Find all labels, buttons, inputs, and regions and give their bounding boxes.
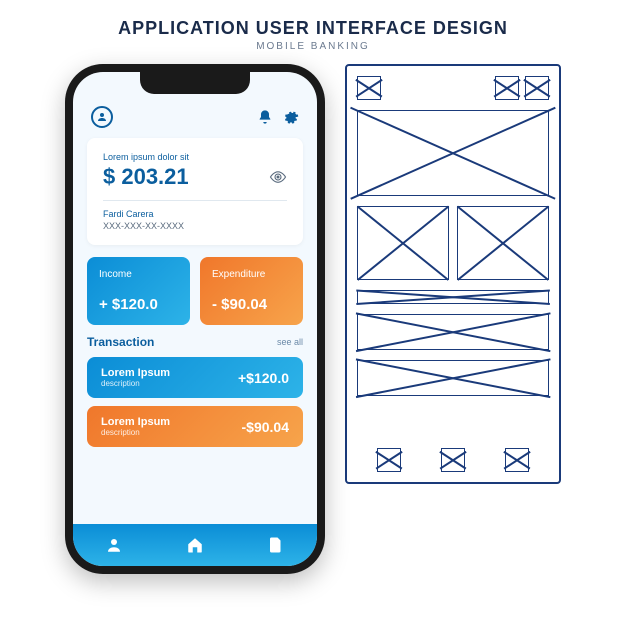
- balance-amount: $ 203.21: [103, 164, 189, 190]
- income-card[interactable]: Income + $120.0: [87, 257, 190, 325]
- page-heading: APPLICATION USER INTERFACE DESIGN MOBILE…: [0, 0, 626, 64]
- profile-button[interactable]: [91, 106, 113, 128]
- wireframe-box: [495, 76, 519, 100]
- phone-notch: [140, 72, 250, 94]
- transaction-row[interactable]: Lorem Ipsum description +$120.0: [87, 357, 303, 398]
- nav-user-icon[interactable]: [105, 536, 123, 554]
- wireframe-box: [457, 206, 549, 280]
- income-value: + $120.0: [99, 296, 178, 313]
- card-owner: Fardi Carera: [103, 209, 287, 219]
- heading-subtitle: MOBILE BANKING: [0, 41, 626, 52]
- expenditure-card[interactable]: Expenditure - $90.04: [200, 257, 303, 325]
- wireframe-box: [377, 448, 401, 472]
- expenditure-value: - $90.04: [212, 296, 291, 313]
- heading-title: APPLICATION USER INTERFACE DESIGN: [0, 18, 626, 39]
- transaction-name: Lorem Ipsum: [101, 416, 170, 428]
- wireframe-box: [357, 206, 449, 280]
- eye-icon[interactable]: [269, 168, 287, 186]
- bell-icon[interactable]: [257, 109, 273, 125]
- divider: [103, 200, 287, 201]
- transaction-name: Lorem Ipsum: [101, 367, 170, 379]
- user-icon: [96, 111, 108, 123]
- wireframe-box: [357, 110, 549, 196]
- wireframe-box: [525, 76, 549, 100]
- transaction-header: Transaction see all: [87, 335, 303, 349]
- transaction-desc: description: [101, 428, 170, 437]
- wireframe-box: [505, 448, 529, 472]
- card-number: XXX-XXX-XX-XXXX: [103, 221, 287, 231]
- wireframe-box: [357, 290, 549, 304]
- phone-frame: Lorem ipsum dolor sit $ 203.21 Fardi Car…: [65, 64, 325, 574]
- wireframe-panel: [345, 64, 561, 484]
- expenditure-label: Expenditure: [212, 269, 291, 280]
- balance-label: Lorem ipsum dolor sit: [103, 152, 287, 162]
- stats-row: Income + $120.0 Expenditure - $90.04: [87, 257, 303, 325]
- transaction-value: +$120.0: [238, 370, 289, 386]
- wireframe-box: [357, 76, 381, 100]
- see-all-link[interactable]: see all: [277, 337, 303, 347]
- app-screen: Lorem ipsum dolor sit $ 203.21 Fardi Car…: [73, 72, 317, 566]
- transaction-row[interactable]: Lorem Ipsum description -$90.04: [87, 406, 303, 447]
- nav-home-icon[interactable]: [186, 536, 204, 554]
- wireframe-box: [441, 448, 465, 472]
- nav-document-icon[interactable]: [267, 536, 285, 554]
- balance-card: Lorem ipsum dolor sit $ 203.21 Fardi Car…: [87, 138, 303, 245]
- wireframe-box: [357, 360, 549, 396]
- transaction-value: -$90.04: [242, 419, 289, 435]
- bottom-nav: [73, 524, 317, 566]
- wireframe-box: [357, 314, 549, 350]
- transaction-title: Transaction: [87, 335, 154, 349]
- transaction-desc: description: [101, 379, 170, 388]
- income-label: Income: [99, 269, 178, 280]
- gear-icon[interactable]: [283, 109, 299, 125]
